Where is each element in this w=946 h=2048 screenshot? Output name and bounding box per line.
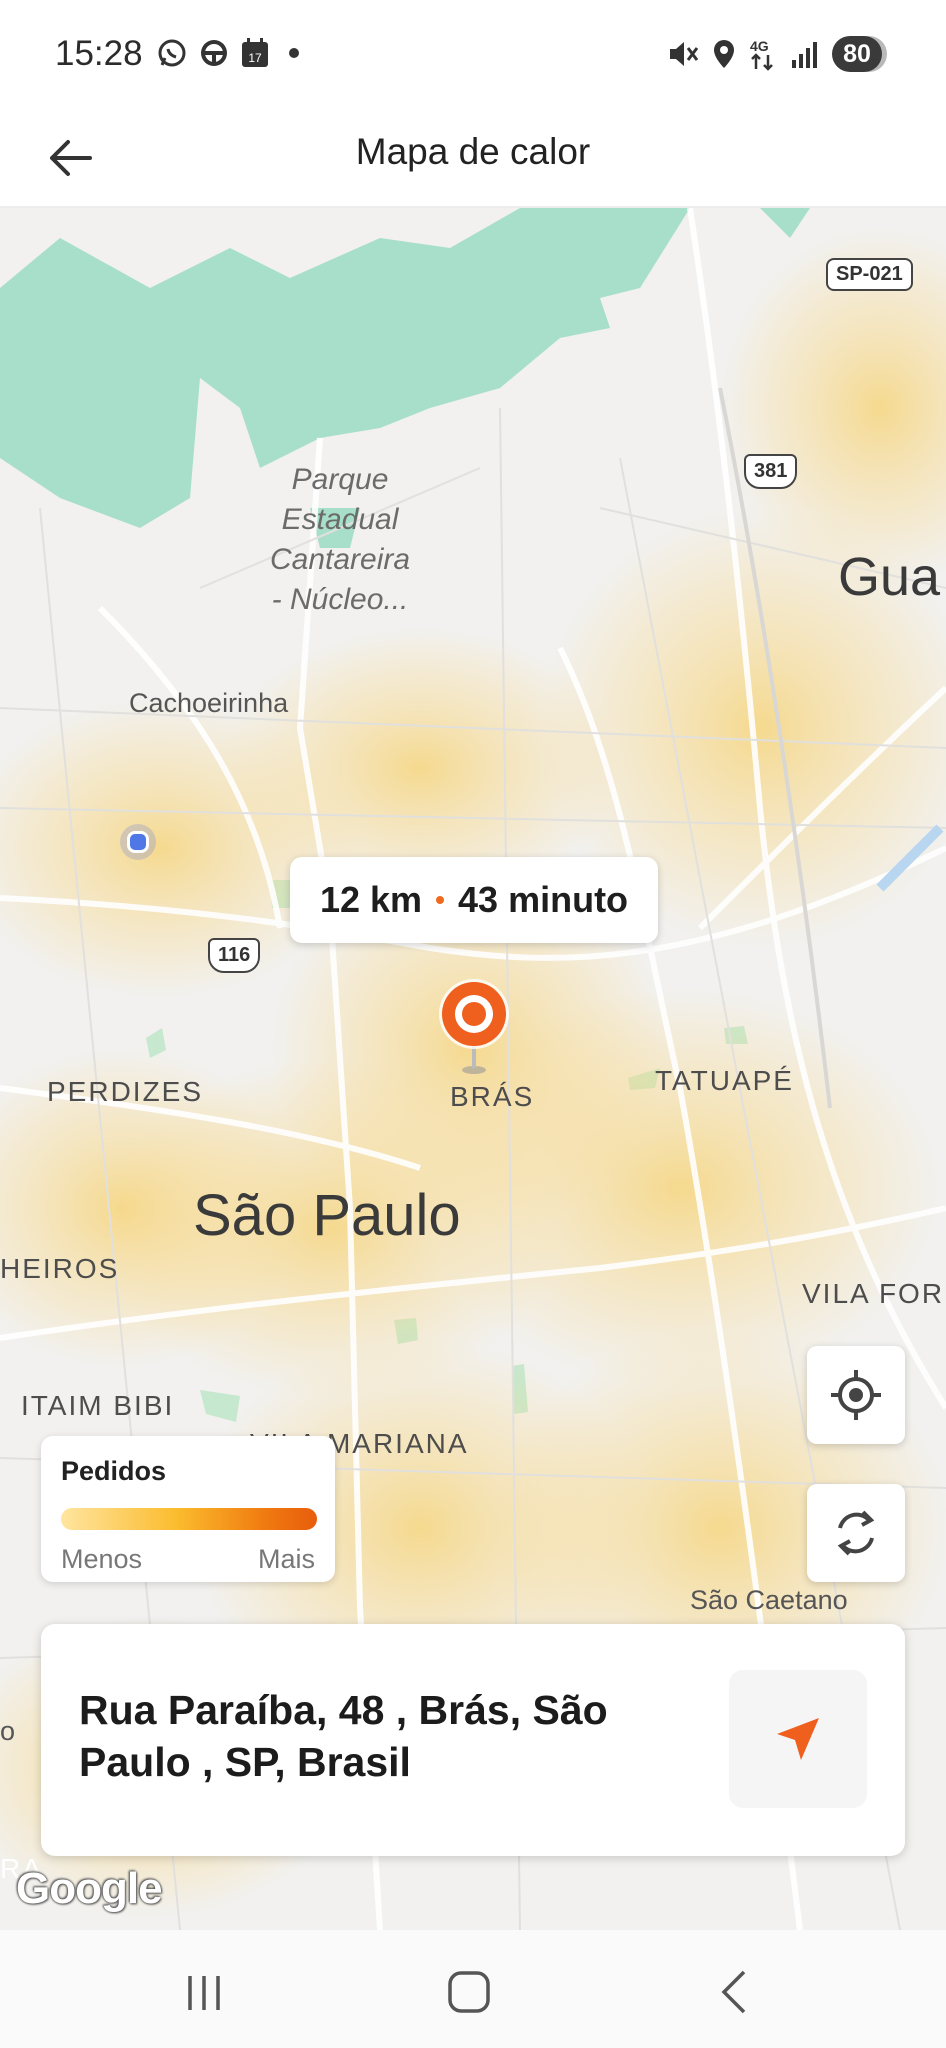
- legend-title: Pedidos: [61, 1456, 167, 1486]
- label-guarulhos: Gua: [838, 547, 941, 607]
- system-navigation-bar: [0, 1930, 946, 2048]
- app-bar: Mapa de calor: [0, 110, 946, 208]
- label-pinheiros: HEIROS: [0, 1253, 120, 1284]
- highway-shield-381: 381: [744, 454, 798, 489]
- label-sao-caetano: São Caetano: [690, 1585, 848, 1615]
- map-pin-icon[interactable]: [438, 978, 510, 1083]
- home-icon: [448, 1971, 490, 2013]
- system-back-button[interactable]: [694, 1952, 774, 2032]
- home-button[interactable]: [429, 1952, 509, 2032]
- svg-text:17: 17: [248, 51, 262, 65]
- route-separator-dot: [436, 896, 445, 904]
- recents-icon: [188, 1976, 220, 2010]
- navigation-arrow-icon: [777, 1718, 819, 1760]
- label-perdizes: PERDIZES: [47, 1076, 204, 1107]
- 4g-icon: 4G: [750, 38, 773, 71]
- legend-min-label: Menos: [61, 1544, 143, 1574]
- park-label-line-1: Parque: [291, 463, 389, 496]
- heat-legend: Pedidos Menos Mais: [41, 1436, 335, 1582]
- status-left-icons: 17: [156, 37, 304, 69]
- highway-shield-sp021: SP-021: [826, 258, 913, 291]
- park-label-line-2: Estadual: [281, 503, 399, 536]
- page-title: Mapa de calor: [355, 131, 591, 172]
- status-bar: 15:28 17 4G 80: [0, 0, 946, 110]
- label-tatuape: TATUAPÉ: [655, 1065, 794, 1096]
- back-chevron-icon: [721, 1970, 746, 2014]
- crosshair-icon: [831, 1370, 881, 1420]
- navigate-button[interactable]: [729, 1670, 867, 1808]
- park-label-line-3: Cantareira: [270, 543, 411, 576]
- refresh-button[interactable]: [807, 1484, 905, 1582]
- recents-button[interactable]: [164, 1952, 244, 2032]
- label-vila-formosa: VILA FOR: [802, 1278, 945, 1309]
- whatsapp-icon: [158, 39, 186, 67]
- route-info-pill: 12 km 43 minuto: [290, 857, 658, 943]
- calendar-icon: 17: [242, 38, 268, 67]
- label-edge-left: o: [0, 1716, 16, 1746]
- status-right-icons: 4G 80: [666, 36, 882, 72]
- address-text: Rua Paraíba, 48 , Brás, São Paulo , SP, …: [79, 1687, 608, 1785]
- steering-wheel-icon: [201, 40, 227, 66]
- current-location-dot-icon: [120, 824, 156, 860]
- arrow-left-icon: [50, 140, 92, 176]
- dot-icon: [289, 48, 299, 58]
- back-button[interactable]: [40, 128, 100, 188]
- heat-map[interactable]: Parque Estadual Cantareira - Núcleo... C…: [0, 208, 946, 1930]
- label-sao-paulo: São Paulo: [193, 1183, 461, 1248]
- mute-icon: [670, 42, 699, 66]
- locate-me-button[interactable]: [807, 1346, 905, 1444]
- park-label-line-4: - Núcleo...: [271, 583, 409, 616]
- google-attribution-logo: Google: [16, 1864, 163, 1913]
- label-bras: BRÁS: [450, 1081, 535, 1112]
- location-icon: [714, 40, 734, 68]
- legend-max-label: Mais: [257, 1544, 315, 1574]
- battery-indicator: 80: [832, 36, 882, 72]
- route-duration: 43 minuto: [458, 879, 629, 920]
- park-label: Parque Estadual Cantareira - Núcleo...: [270, 460, 410, 620]
- signal-icon: [792, 42, 817, 68]
- refresh-icon: [837, 1510, 875, 1556]
- legend-gradient-bar: [61, 1508, 317, 1530]
- route-distance: 12 km: [319, 879, 423, 920]
- address-card: Rua Paraíba, 48 , Brás, São Paulo , SP, …: [41, 1624, 905, 1856]
- status-time: 15:28: [55, 34, 143, 73]
- highway-shield-116: 116: [208, 938, 261, 973]
- svg-text:4G: 4G: [750, 38, 769, 54]
- label-itaim-bibi: ITAIM BIBI: [21, 1390, 175, 1421]
- label-cachoeirinha: Cachoeirinha: [129, 688, 289, 718]
